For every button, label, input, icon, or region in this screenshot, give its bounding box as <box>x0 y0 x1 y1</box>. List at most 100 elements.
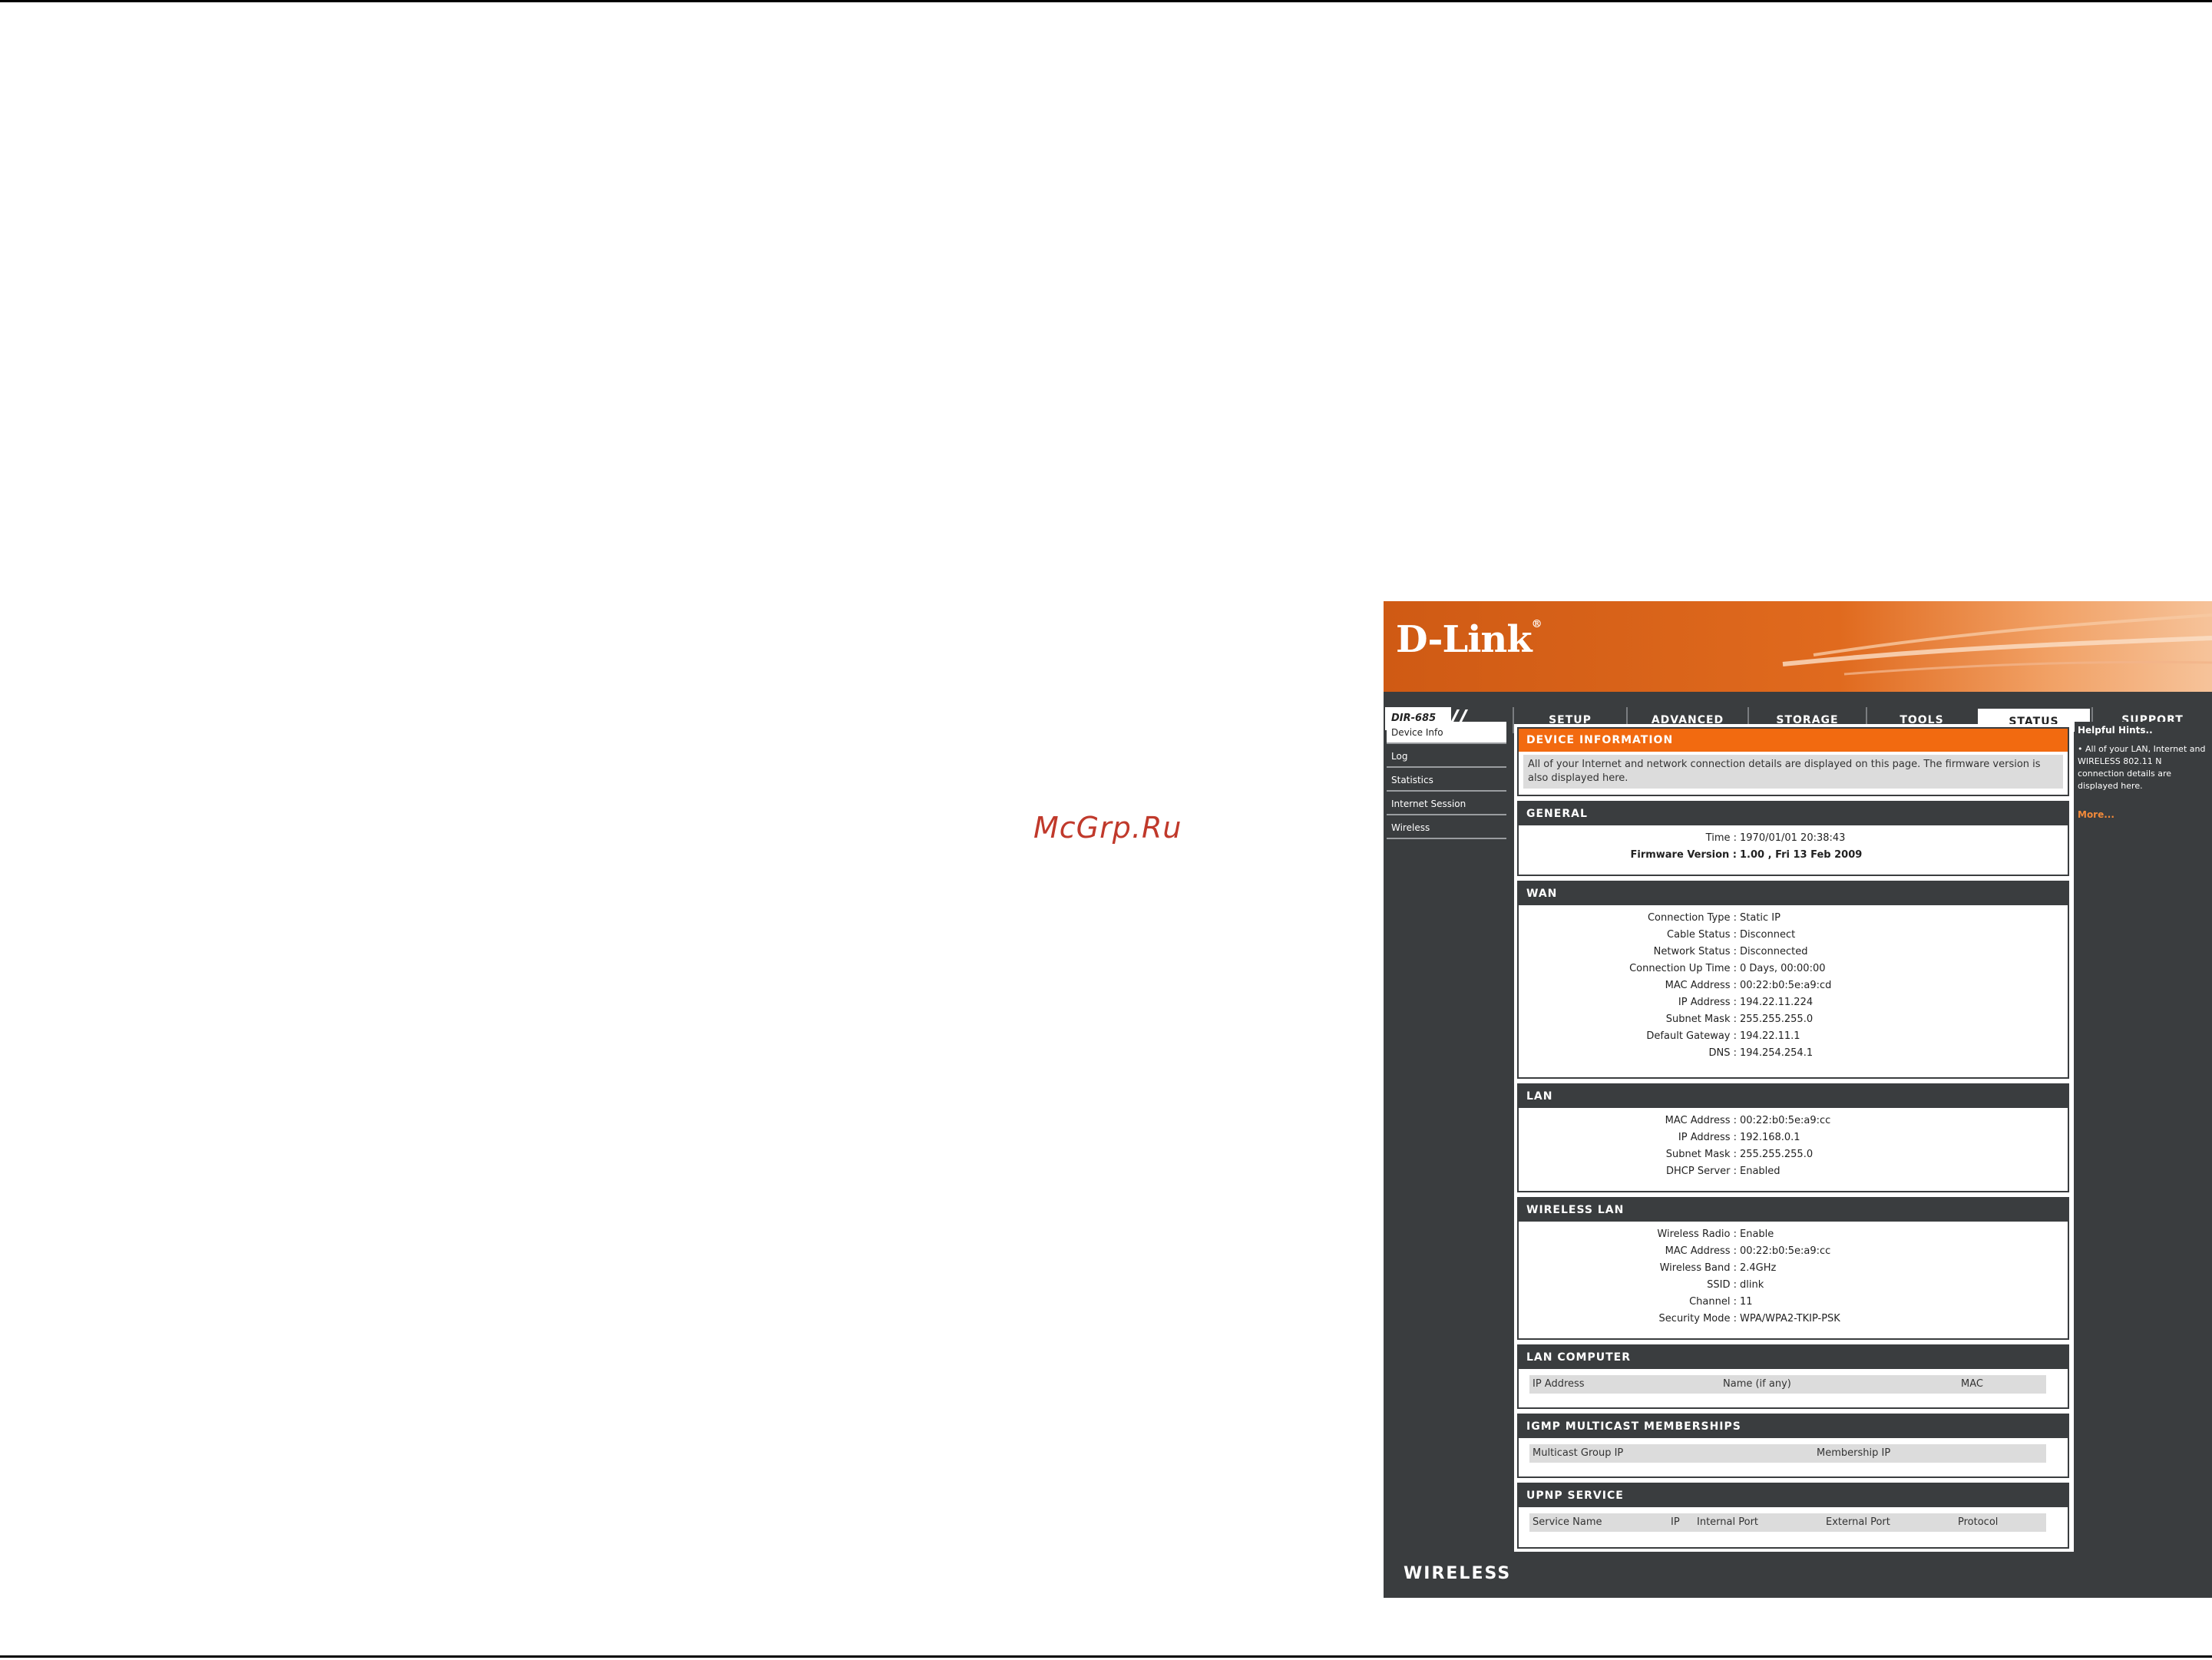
wan-key: IP Address : <box>1678 997 1737 1008</box>
igmp-section: IGMP MULTICAST MEMBERSHIPS Multicast Gro… <box>1517 1414 2069 1478</box>
time-value: 1970/01/01 20:38:43 <box>1740 832 1846 844</box>
sidebar-item-statistics[interactable]: Statistics <box>1387 769 1506 792</box>
wan-value: 255.255.255.0 <box>1740 1014 1814 1025</box>
col-service-name: Service Name <box>1533 1516 1602 1528</box>
logo-text: D-Link <box>1396 618 1533 661</box>
wireless-key: SSID : <box>1707 1279 1737 1291</box>
wireless-key: MAC Address : <box>1665 1245 1737 1257</box>
lan-value: 00:22:b0:5e:a9:cc <box>1740 1115 1831 1126</box>
hints-more-link[interactable]: More... <box>2075 792 2212 820</box>
wireless-value: dlink <box>1740 1279 1764 1291</box>
igmp-table-header: Multicast Group IP Membership IP <box>1529 1444 2046 1463</box>
wan-values: Connection Type : Static IP Cable Status … <box>1519 905 2068 1065</box>
logo-mark: ® <box>1531 618 1542 630</box>
col-internal-port: Internal Port <box>1697 1516 1759 1528</box>
device-information-text: All of your Internet and network connect… <box>1523 755 2063 789</box>
wireless-row: Security Mode : WPA/WPA2-TKIP-PSK <box>1519 1311 2068 1328</box>
firmware-row: Firmware Version : 1.00 , Fri 13 Feb 200… <box>1519 847 2068 864</box>
lan-heading: LAN <box>1519 1085 2068 1108</box>
wireless-lan-values: Wireless Radio : Enable MAC Address :00:2… <box>1519 1222 2068 1331</box>
wireless-key: Channel : <box>1689 1296 1737 1308</box>
wan-value: 194.22.11.224 <box>1740 997 1814 1008</box>
lan-key: MAC Address : <box>1665 1115 1737 1126</box>
col-mac: MAC <box>1961 1378 1983 1390</box>
watermark-text: McGrp.Ru <box>1033 811 1182 845</box>
lan-row: DHCP Server : Enabled <box>1519 1163 2068 1180</box>
header-banner: D-Link® <box>1384 601 2212 692</box>
wan-key: DNS : <box>1708 1047 1738 1059</box>
wan-key: Network Status : <box>1653 946 1737 957</box>
lan-values: MAC Address :00:22:b0:5e:a9:cc IP Addres… <box>1519 1108 2068 1183</box>
lan-computer-heading: LAN COMPUTER <box>1519 1346 2068 1369</box>
upnp-section: UPNP SERVICE Service Name IP Internal Po… <box>1517 1483 2069 1549</box>
page-bottom-rule <box>0 1655 2212 1658</box>
sidebar: Device Info Log Statistics Internet Sess… <box>1384 722 1511 841</box>
col-membership-ip: Membership IP <box>1817 1447 1891 1459</box>
hints-text: • All of your LAN, Internet and WIRELESS… <box>2078 744 2206 791</box>
time-row: Time : 1970/01/01 20:38:43 <box>1519 830 2068 847</box>
wan-value: Disconnect <box>1740 929 1796 941</box>
wan-row: Default Gateway :194.22.11.1 <box>1519 1028 2068 1045</box>
wan-value: 0 Days, 00:00:00 <box>1740 963 1826 974</box>
wan-key: Subnet Mask : <box>1665 1014 1737 1025</box>
wireless-value: WPA/WPA2-TKIP-PSK <box>1740 1313 1840 1324</box>
wan-row: Connection Type : Static IP <box>1519 910 2068 927</box>
lan-row: IP Address :192.168.0.1 <box>1519 1129 2068 1146</box>
sidebar-item-device-info[interactable]: Device Info <box>1387 722 1506 744</box>
wireless-row: SSID : dlink <box>1519 1277 2068 1294</box>
wireless-key: Security Mode : <box>1658 1313 1737 1324</box>
router-status-screenshot: D-Link® DIR-685 // SETUP ADVANCED STORAG… <box>1384 601 2212 1598</box>
wireless-row: Wireless Band :2.4GHz <box>1519 1260 2068 1277</box>
wan-key: MAC Address : <box>1665 980 1737 991</box>
wan-value: Disconnected <box>1740 946 1808 957</box>
firmware-label: Firmware Version : <box>1630 849 1737 861</box>
wan-key: Cable Status : <box>1667 929 1737 941</box>
sidebar-item-wireless[interactable]: Wireless <box>1387 817 1506 839</box>
wan-row: DNS :194.254.254.1 <box>1519 1045 2068 1062</box>
wan-key: Connection Up Time : <box>1629 963 1737 974</box>
col-multicast-group-ip: Multicast Group IP <box>1533 1447 1624 1459</box>
helpful-hints-panel: Helpful Hints.. • All of your LAN, Inter… <box>2075 722 2212 1551</box>
upnp-table-header: Service Name IP Internal Port External P… <box>1529 1513 2046 1532</box>
device-information-section: DEVICE INFORMATION All of your Internet … <box>1517 727 2069 796</box>
col-ip-address: IP Address <box>1533 1378 1585 1390</box>
lan-value: 192.168.0.1 <box>1740 1132 1800 1143</box>
wireless-lan-heading: WIRELESS LAN <box>1519 1199 2068 1222</box>
wan-key: Default Gateway : <box>1646 1030 1737 1042</box>
col-external-port: External Port <box>1826 1516 1890 1528</box>
col-protocol: Protocol <box>1958 1516 1999 1528</box>
dlink-logo: D-Link® <box>1396 618 1542 661</box>
page-top-rule <box>0 0 2212 2</box>
wireless-key: Wireless Radio : <box>1657 1228 1737 1240</box>
lan-row: MAC Address :00:22:b0:5e:a9:cc <box>1519 1113 2068 1129</box>
wan-row: Cable Status : Disconnect <box>1519 927 2068 944</box>
firmware-value: 1.00 , Fri 13 Feb 2009 <box>1740 849 1863 861</box>
wan-row: Subnet Mask :255.255.255.0 <box>1519 1011 2068 1028</box>
lan-value: 255.255.255.0 <box>1740 1149 1814 1160</box>
lan-key: Subnet Mask : <box>1665 1149 1737 1160</box>
wan-section: WAN Connection Type : Static IP Cable Sta… <box>1517 881 2069 1079</box>
wan-heading: WAN <box>1519 882 2068 905</box>
lan-value: Enabled <box>1740 1166 1781 1177</box>
general-values: Time : 1970/01/01 20:38:43 Firmware Vers… <box>1519 825 2068 867</box>
lan-key: IP Address : <box>1678 1132 1737 1143</box>
wan-row: MAC Address :00:22:b0:5e:a9:cd <box>1519 977 2068 994</box>
wireless-row: Wireless Radio : Enable <box>1519 1226 2068 1243</box>
sidebar-item-log[interactable]: Log <box>1387 746 1506 768</box>
col-ip: IP <box>1671 1516 1680 1528</box>
lan-computer-table-header: IP Address Name (if any) MAC <box>1529 1375 2046 1394</box>
wireless-row: MAC Address :00:22:b0:5e:a9:cc <box>1519 1243 2068 1260</box>
time-label: Time : <box>1705 832 1737 844</box>
wan-row: Connection Up Time :0 Days, 00:00:00 <box>1519 961 2068 977</box>
general-heading: GENERAL <box>1519 802 2068 825</box>
wan-value: 00:22:b0:5e:a9:cd <box>1740 980 1832 991</box>
hints-title: Helpful Hints.. <box>2078 725 2153 736</box>
sidebar-item-internet-session[interactable]: Internet Session <box>1387 793 1506 815</box>
wireless-row: Channel :11 <box>1519 1294 2068 1311</box>
wan-key: Connection Type : <box>1647 912 1737 924</box>
igmp-heading: IGMP MULTICAST MEMBERSHIPS <box>1519 1415 2068 1438</box>
wireless-lan-section: WIRELESS LAN Wireless Radio : Enable MAC … <box>1517 1197 2069 1340</box>
upnp-heading: UPNP SERVICE <box>1519 1484 2068 1507</box>
lan-row: Subnet Mask :255.255.255.0 <box>1519 1146 2068 1163</box>
wan-row: Network Status : Disconnected <box>1519 944 2068 961</box>
